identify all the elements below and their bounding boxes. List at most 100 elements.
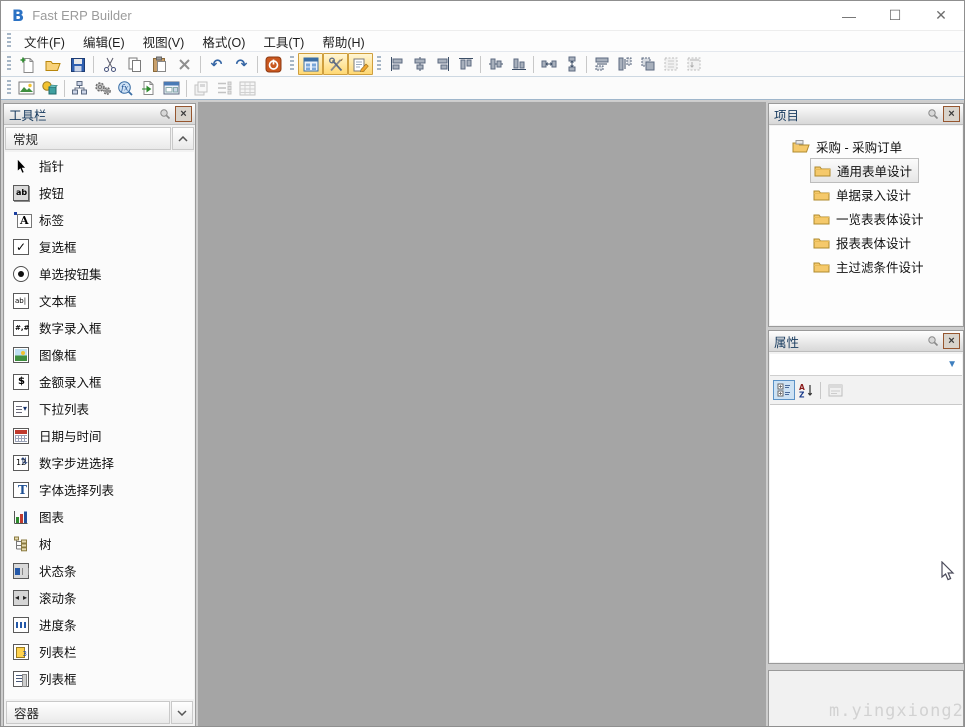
object-library-button[interactable] <box>38 78 61 98</box>
cut-button[interactable] <box>97 53 122 75</box>
tool-item-font-list[interactable]: 字体选择列表 <box>5 476 194 503</box>
undo-button[interactable]: ↶ <box>204 53 229 75</box>
menu-tools[interactable]: 工具(T) <box>254 31 313 52</box>
tool-item-image-box[interactable]: 图像框 <box>5 341 194 368</box>
tool-item-statusbar[interactable]: 状态条 <box>5 557 194 584</box>
outline-button[interactable] <box>213 78 236 98</box>
tool-item-checkbox[interactable]: 复选框 <box>5 233 194 260</box>
hierarchy-button[interactable] <box>68 78 91 98</box>
tool-item-chart[interactable]: 图表 <box>5 503 194 530</box>
align-bottom-button[interactable] <box>507 54 530 74</box>
tree-item[interactable]: 一览表表体设计 <box>770 206 962 230</box>
close-button[interactable]: ✕ <box>918 1 964 30</box>
category-container[interactable]: 容器 <box>6 701 170 724</box>
tool-item-radio-group[interactable]: 单选按钮集 <box>5 260 194 287</box>
tool-item-textbox[interactable]: 文本框 <box>5 287 194 314</box>
delete-button[interactable] <box>172 53 197 75</box>
sort-alphabetical-button[interactable]: AZ <box>795 380 817 400</box>
button-icon <box>13 185 29 201</box>
gripper[interactable] <box>377 56 381 72</box>
open-button[interactable] <box>40 53 65 75</box>
tool-item-scrollbar[interactable]: 滚动条 <box>5 584 194 611</box>
tree-item[interactable]: 单据录入设计 <box>770 182 962 206</box>
toolbox-title-bar[interactable]: 工具栏 × <box>4 104 195 125</box>
tree-item[interactable]: 报表表体设计 <box>770 230 962 254</box>
tool-item-currency-input[interactable]: 金额录入框 <box>5 368 194 395</box>
tree-root[interactable]: 采购 - 采购订单 <box>770 134 962 158</box>
project-close-icon[interactable]: × <box>943 106 960 122</box>
properties-grid[interactable] <box>770 404 962 662</box>
tool-item-label: 复选框 <box>39 237 77 256</box>
data-grid-button[interactable] <box>236 78 259 98</box>
components-button[interactable] <box>91 78 114 98</box>
run-button[interactable] <box>261 53 286 75</box>
scroll-up-button[interactable] <box>172 127 194 150</box>
tree-icon <box>13 536 29 552</box>
space-across-button[interactable] <box>537 54 560 74</box>
gripper[interactable] <box>7 33 11 49</box>
tool-item-datetime[interactable]: 日期与时间 <box>5 422 194 449</box>
align-right-button[interactable] <box>431 54 454 74</box>
minimize-button[interactable]: — <box>826 1 872 30</box>
tool-item-listbar[interactable]: 列表栏 <box>5 638 194 665</box>
tool-item-tree[interactable]: 树 <box>5 530 194 557</box>
form-designer-toggle[interactable] <box>348 53 373 75</box>
tree-item-chip: 单据录入设计 <box>810 183 917 206</box>
align-left-button[interactable] <box>385 54 408 74</box>
snap-to-grid-button[interactable] <box>682 54 705 74</box>
redo-button[interactable]: ↷ <box>229 53 254 75</box>
category-general[interactable]: 常规 <box>5 127 171 150</box>
space-down-button[interactable] <box>560 54 583 74</box>
properties-title-bar[interactable]: 属性 × <box>769 331 963 352</box>
export-page-button[interactable] <box>137 78 160 98</box>
scroll-down-button[interactable] <box>171 701 193 724</box>
categorized-button[interactable] <box>773 380 795 400</box>
design-canvas[interactable] <box>198 102 766 727</box>
tool-item-listbox[interactable]: 列表框 <box>5 665 194 692</box>
toolbox-close-icon[interactable]: × <box>175 106 192 122</box>
pin-icon[interactable] <box>924 106 941 122</box>
tool-item-dropdown-list[interactable]: 下拉列表 <box>5 395 194 422</box>
form-window-button[interactable] <box>160 78 183 98</box>
property-pages-button[interactable] <box>824 380 846 400</box>
copy-button[interactable] <box>122 53 147 75</box>
tool-item-pointer[interactable]: 指针 <box>5 152 194 179</box>
tool-item-spinner[interactable]: 数字步进选择 <box>5 449 194 476</box>
save-button[interactable] <box>65 53 90 75</box>
tool-item-button[interactable]: 按钮 <box>5 179 194 206</box>
properties-close-icon[interactable]: × <box>943 333 960 349</box>
align-middle-button[interactable] <box>484 54 507 74</box>
paste-button[interactable] <box>147 53 172 75</box>
align-center-button[interactable] <box>408 54 431 74</box>
new-button[interactable] <box>15 53 40 75</box>
tree-item[interactable]: 主过滤条件设计 <box>770 254 962 278</box>
menu-view[interactable]: 视图(V) <box>134 31 194 52</box>
tree-item[interactable]: 通用表单设计 <box>770 158 962 182</box>
tool-windows-toggle[interactable] <box>323 53 348 75</box>
size-to-grid-button[interactable] <box>659 54 682 74</box>
toolbox-panel-toggle[interactable] <box>298 53 323 75</box>
object-selector[interactable]: ▼ <box>770 354 962 376</box>
pin-icon[interactable] <box>156 106 173 122</box>
tool-item-numeric-input[interactable]: 数字录入框 <box>5 314 194 341</box>
tool-item-progressbar[interactable]: 进度条 <box>5 611 194 638</box>
align-top-button[interactable] <box>454 54 477 74</box>
function-search-button[interactable]: fx <box>114 78 137 98</box>
maximize-button[interactable]: ☐ <box>872 1 918 30</box>
tool-item-label-ctrl[interactable]: 标签 <box>5 206 194 233</box>
layers-button[interactable] <box>190 78 213 98</box>
gripper[interactable] <box>290 56 294 72</box>
menu-edit[interactable]: 编辑(E) <box>74 31 134 52</box>
project-title-bar[interactable]: 项目 × <box>769 104 963 125</box>
gripper[interactable] <box>7 80 11 96</box>
gripper[interactable] <box>7 56 11 72</box>
menu-help[interactable]: 帮助(H) <box>313 31 373 52</box>
same-width-button[interactable] <box>590 54 613 74</box>
same-size-button[interactable] <box>636 54 659 74</box>
pin-icon[interactable] <box>924 333 941 349</box>
picture-button[interactable] <box>15 78 38 98</box>
toolbar-separator <box>820 382 821 399</box>
menu-format[interactable]: 格式(O) <box>193 31 254 52</box>
menu-file[interactable]: 文件(F) <box>15 31 74 52</box>
same-height-button[interactable] <box>613 54 636 74</box>
